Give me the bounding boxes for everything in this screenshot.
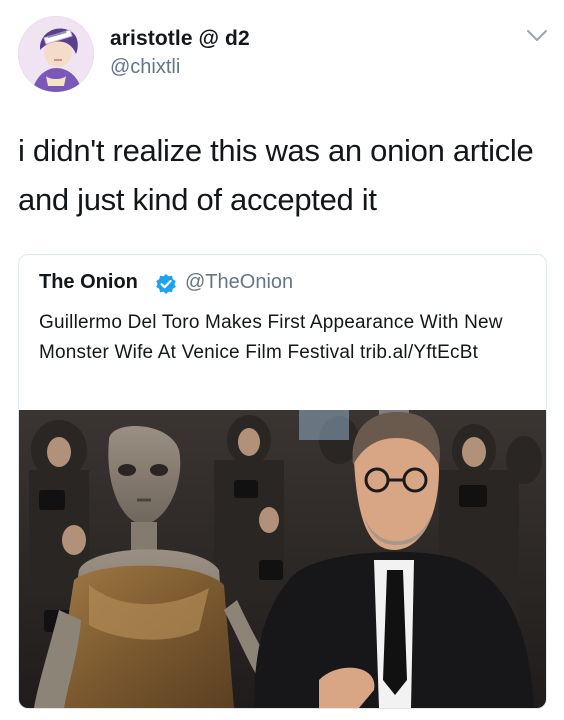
quoted-tweet-text: Guillermo Del Toro Makes First Appearanc… xyxy=(39,312,503,363)
author-handle[interactable]: @chixtli xyxy=(110,56,180,79)
chevron-down-icon[interactable] xyxy=(526,28,548,44)
author-name[interactable]: aristotle @ d2 xyxy=(110,27,250,51)
verified-badge-icon xyxy=(156,274,176,294)
tweet-text: i didn't realize this was an onion artic… xyxy=(18,133,534,217)
avatar[interactable] xyxy=(18,16,94,92)
red-carpet-photo[interactable] xyxy=(19,410,546,708)
quoted-author-name[interactable]: The Onion xyxy=(39,271,138,294)
quoted-author-handle[interactable]: @TheOnion xyxy=(185,271,293,294)
anime-avatar-icon xyxy=(18,16,94,92)
tweet: aristotle @ d2 @chixtli i didn't realize… xyxy=(0,0,564,720)
quoted-tweet-card[interactable]: The Onion @TheOnion Guillermo Del Toro M… xyxy=(18,254,547,709)
